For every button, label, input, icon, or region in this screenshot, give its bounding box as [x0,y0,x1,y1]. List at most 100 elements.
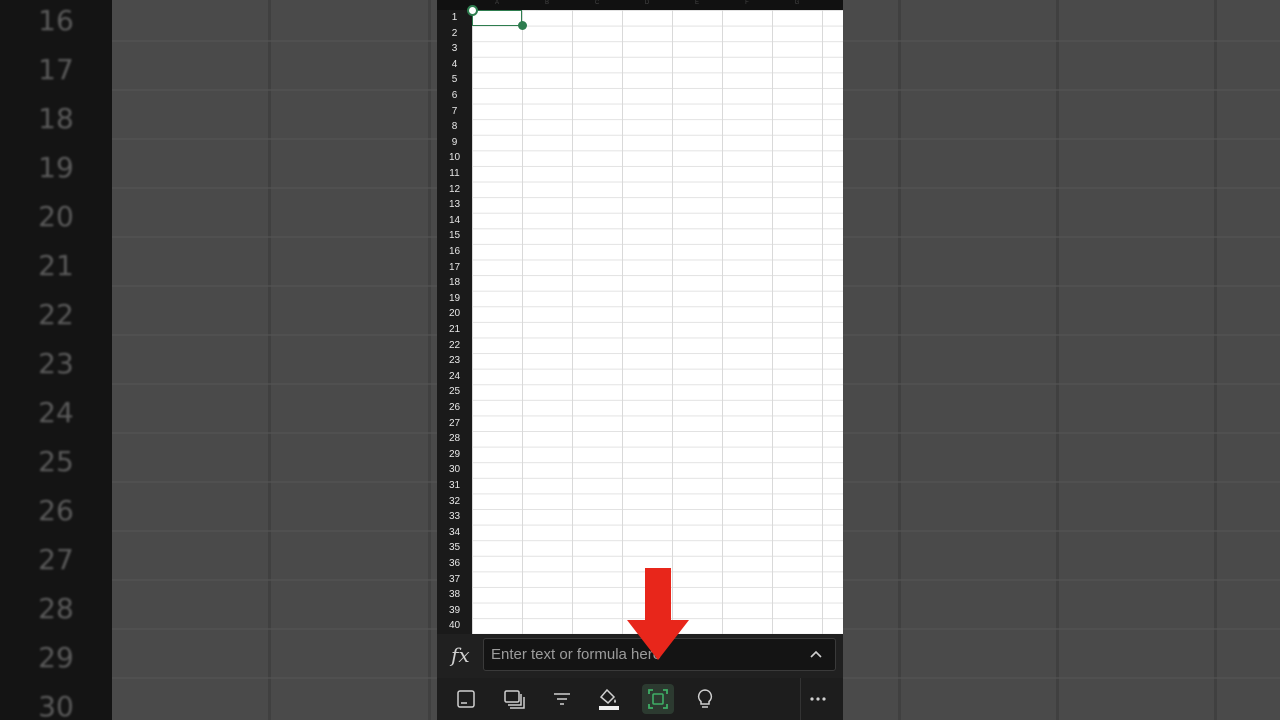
bottom-toolbar [437,678,843,720]
ideas-lightbulb-icon [697,689,713,708]
row-number[interactable]: 38 [437,587,472,603]
red-arrow-annotation [627,568,689,660]
more-options-icon [810,697,826,701]
row-number[interactable]: 18 [437,275,472,291]
background-row-number: 24 [38,396,74,429]
row-number[interactable]: 28 [437,431,472,447]
more-options-button[interactable] [802,684,834,714]
background-grid-line [843,432,1280,434]
row-number[interactable]: 32 [437,494,472,510]
row-number[interactable]: 29 [437,447,472,463]
row-number[interactable]: 25 [437,384,472,400]
background-row-numbers: 16 17 18 19 20 21 22 23 24 25 26 27 28 29 30 [0,0,112,720]
row-number[interactable]: 12 [437,182,472,198]
row-number[interactable]: 34 [437,525,472,541]
background-right-blurred [843,0,1280,720]
background-grid-line [843,187,1280,189]
background-row-number: 17 [38,53,74,86]
background-grid-line [843,40,1280,42]
background-grid-line [843,530,1280,532]
row-number[interactable]: 36 [437,556,472,572]
background-grid-line [843,236,1280,238]
selection-handle-start[interactable] [467,5,478,16]
background-grid-line [843,628,1280,630]
background-grid-line [843,138,1280,140]
row-number[interactable]: 21 [437,322,472,338]
background-grid-right [843,0,1280,720]
row-number[interactable]: 22 [437,338,472,354]
background-grid-line [843,89,1280,91]
row-number[interactable]: 11 [437,166,472,182]
select-range-icon [648,689,668,709]
toolbar-divider [800,678,801,720]
chevron-up-icon[interactable] [809,648,823,662]
row-number[interactable]: 9 [437,135,472,151]
row-number[interactable]: 16 [437,244,472,260]
background-row-number: 27 [38,543,74,576]
column-letter[interactable]: F [722,0,772,10]
row-number[interactable]: 14 [437,213,472,229]
background-row-number: 29 [38,641,74,674]
background-row-number: 19 [38,151,74,184]
background-grid-line [843,285,1280,287]
column-letter[interactable]: E [672,0,722,10]
card-view-icon [457,690,475,708]
sheets-icon [504,690,525,709]
row-number[interactable]: 17 [437,260,472,276]
select-range-button[interactable] [642,684,674,714]
row-number[interactable]: 40 [437,618,472,634]
filter-icon [554,693,570,705]
row-number[interactable]: 31 [437,478,472,494]
background-grid-line [843,579,1280,581]
row-number[interactable]: 2 [437,26,472,42]
row-number[interactable]: 30 [437,462,472,478]
column-letter[interactable]: D [622,0,672,10]
background-row-number: 22 [38,298,74,331]
sheets-button[interactable] [498,684,530,714]
row-number[interactable]: 15 [437,228,472,244]
row-number[interactable]: 26 [437,400,472,416]
background-row-number: 23 [38,347,74,380]
ideas-button[interactable] [689,684,721,714]
fill-color-icon [599,688,619,710]
background-row-number: 26 [38,494,74,527]
fill-color-button[interactable] [593,684,625,714]
row-number[interactable]: 8 [437,119,472,135]
row-number[interactable]: 23 [437,353,472,369]
row-number[interactable]: 3 [437,41,472,57]
column-header-bar: ABCDEFG [437,0,843,10]
row-number[interactable]: 10 [437,150,472,166]
background-grid-line [843,481,1280,483]
row-number[interactable]: 35 [437,540,472,556]
row-number[interactable]: 37 [437,572,472,588]
column-letter[interactable]: G [772,0,822,10]
column-letter[interactable]: B [522,0,572,10]
background-row-number: 16 [38,4,74,37]
row-number[interactable]: 4 [437,57,472,73]
row-number[interactable]: 39 [437,603,472,619]
background-grid-line [843,383,1280,385]
background-grid-line [843,334,1280,336]
fx-icon[interactable]: fx [451,643,470,667]
row-number[interactable]: 33 [437,509,472,525]
background-left-blurred: 16 17 18 19 20 21 22 23 24 25 26 27 28 29 30 [0,0,437,720]
selected-cell[interactable] [472,10,522,26]
row-number[interactable]: 13 [437,197,472,213]
card-view-button[interactable] [450,684,482,714]
background-row-number: 21 [38,249,74,282]
row-number[interactable]: 7 [437,104,472,120]
selection-handle-end[interactable] [518,21,527,30]
background-row-number: 18 [38,102,74,135]
row-number[interactable]: 5 [437,72,472,88]
spreadsheet-grid[interactable] [472,10,843,634]
row-number[interactable]: 19 [437,291,472,307]
row-number[interactable]: 27 [437,416,472,432]
row-number[interactable]: 24 [437,369,472,385]
filter-button[interactable] [546,684,578,714]
column-letter[interactable]: A [472,0,522,10]
row-number[interactable]: 20 [437,306,472,322]
row-number[interactable]: 6 [437,88,472,104]
background-row-number: 28 [38,592,74,625]
background-grid-line [843,677,1280,679]
column-letter[interactable]: C [572,0,622,10]
